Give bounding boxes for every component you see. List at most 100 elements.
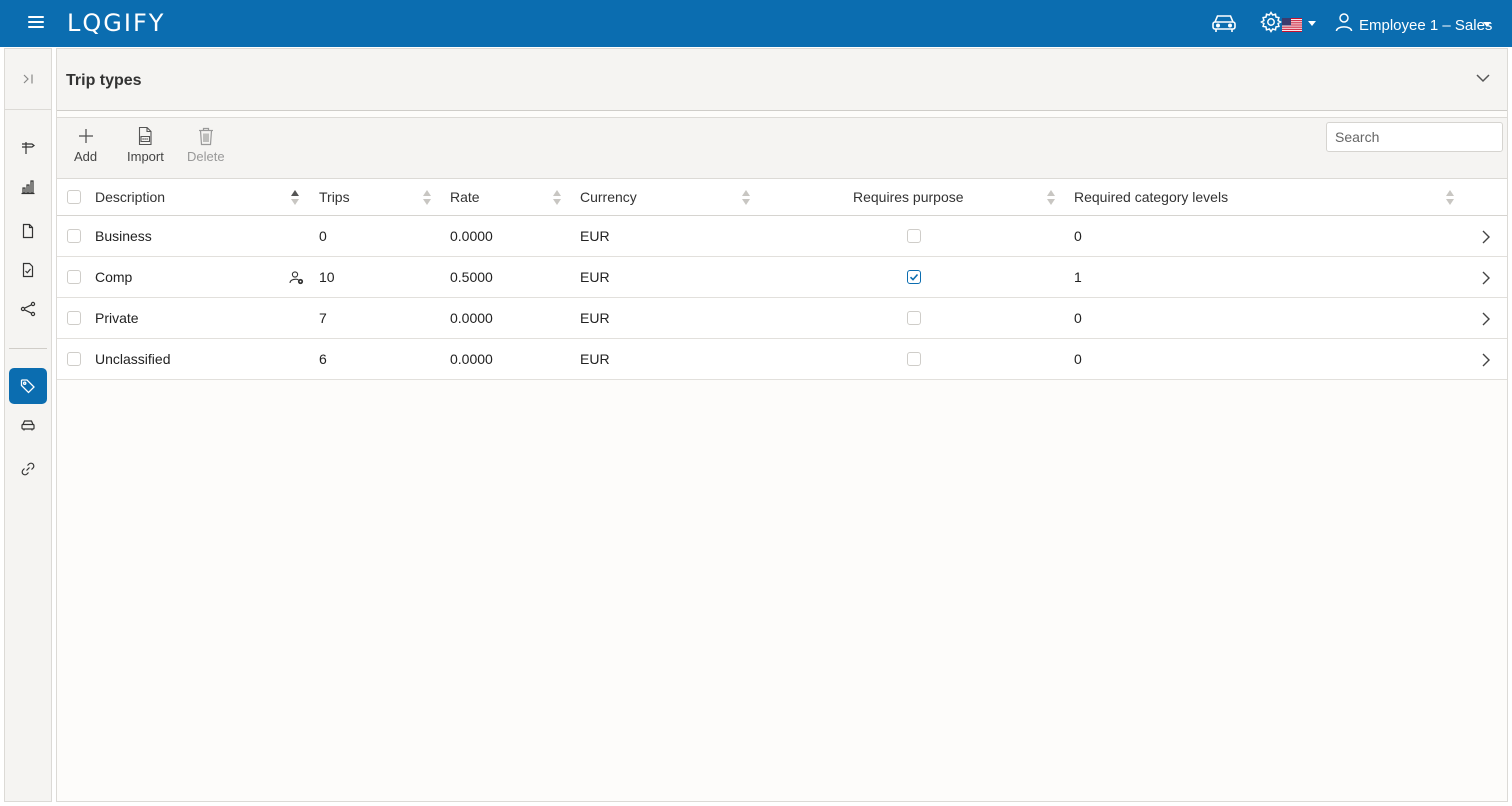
- table-row[interactable]: Business 0 0.0000 EUR 0: [57, 216, 1507, 257]
- page-title: Trip types: [66, 72, 142, 89]
- sort-required-category-levels-icon[interactable]: [1446, 190, 1454, 206]
- row-description: Unclassified: [95, 351, 171, 367]
- language-dropdown-caret[interactable]: [1308, 21, 1316, 26]
- chevron-right-icon[interactable]: [1481, 270, 1491, 286]
- left-sidebar: [4, 48, 52, 802]
- app-logo[interactable]: LQGIFY: [67, 9, 165, 37]
- column-header-description[interactable]: Description: [95, 179, 165, 215]
- document-check-icon: [22, 262, 34, 278]
- user-dropdown-caret[interactable]: [1483, 22, 1491, 27]
- row-description: Private: [95, 310, 139, 326]
- chevron-right-icon[interactable]: [1481, 352, 1491, 368]
- column-header-requires-purpose[interactable]: Requires purpose: [853, 179, 964, 215]
- sidebar-item-links[interactable]: [9, 451, 47, 487]
- us-flag-icon[interactable]: [1282, 18, 1302, 32]
- trash-icon: [198, 127, 213, 146]
- table-row[interactable]: Unclassified 6 0.0000 EUR 0: [57, 339, 1507, 380]
- sidebar-divider: [9, 348, 47, 349]
- row-select-cell: [66, 257, 82, 297]
- requires-purpose-checkbox: [907, 270, 921, 284]
- page-header: Trip types: [57, 49, 1507, 111]
- chevron-right-icon[interactable]: [1481, 311, 1491, 327]
- row-currency: EUR: [580, 228, 610, 244]
- row-required-category-levels: 0: [1074, 228, 1082, 244]
- row-checkbox[interactable]: [67, 311, 81, 325]
- bar-chart-icon: [21, 180, 35, 195]
- trip-types-table: Description Trips Rate Currency Requires…: [57, 179, 1507, 380]
- table-row[interactable]: Comp 10 0.5000 EUR 1: [57, 257, 1507, 298]
- gear-icon[interactable]: [1259, 10, 1283, 34]
- column-header-required-category-levels[interactable]: Required category levels: [1074, 179, 1228, 215]
- select-all-cell: [66, 179, 82, 215]
- delete-button[interactable]: Delete: [187, 126, 225, 164]
- sidebar-item-trips[interactable]: [9, 129, 47, 165]
- column-header-rate[interactable]: Rate: [450, 179, 480, 215]
- row-trips: 10: [319, 269, 335, 285]
- requires-purpose-checkbox: [907, 352, 921, 366]
- row-currency: EUR: [580, 351, 610, 367]
- sidebar-item-documents[interactable]: [9, 213, 47, 249]
- row-checkbox[interactable]: [67, 352, 81, 366]
- toolbar: Add Import Delete: [57, 117, 1507, 179]
- sidebar-item-vehicles[interactable]: [9, 407, 47, 443]
- sidebar-item-share[interactable]: [9, 291, 47, 327]
- row-requires-purpose-cell: [907, 216, 921, 256]
- sidebar-item-approvals[interactable]: [9, 252, 47, 288]
- signpost-icon: [22, 142, 35, 154]
- row-requires-purpose-cell: [907, 298, 921, 338]
- row-select-cell: [66, 339, 82, 379]
- sort-description-icon[interactable]: [291, 190, 299, 206]
- row-checkbox[interactable]: [67, 229, 81, 243]
- row-currency: EUR: [580, 310, 610, 326]
- expand-icon: [23, 74, 33, 84]
- row-required-category-levels: 1: [1074, 269, 1082, 285]
- plus-icon: [78, 129, 93, 143]
- csv-file-icon: [139, 126, 152, 146]
- row-required-category-levels: 0: [1074, 310, 1082, 326]
- row-rate: 0.0000: [450, 228, 493, 244]
- row-description: Comp: [95, 269, 133, 285]
- table-header-row: Description Trips Rate Currency Requires…: [57, 179, 1507, 216]
- share-icon: [20, 301, 36, 317]
- requires-purpose-checkbox: [907, 311, 921, 325]
- requires-purpose-checkbox: [907, 229, 921, 243]
- row-rate: 0.5000: [450, 269, 493, 285]
- select-all-checkbox[interactable]: [67, 190, 81, 204]
- row-trips: 6: [319, 351, 327, 367]
- hamburger-icon[interactable]: [26, 12, 46, 34]
- sidebar-item-reports[interactable]: [9, 169, 47, 205]
- main-panel: Trip types Add Import Delete Search Desc…: [56, 48, 1508, 802]
- check-icon: [909, 273, 919, 281]
- add-button[interactable]: Add: [74, 126, 97, 164]
- car-icon[interactable]: [1210, 11, 1238, 35]
- column-header-trips[interactable]: Trips: [319, 179, 350, 215]
- import-button[interactable]: Import: [127, 126, 164, 164]
- row-requires-purpose-cell: [907, 257, 921, 297]
- sort-rate-icon[interactable]: [553, 190, 561, 206]
- row-trips: 7: [319, 310, 327, 326]
- sort-trips-icon[interactable]: [423, 190, 431, 206]
- column-header-currency[interactable]: Currency: [580, 179, 637, 215]
- row-rate: 0.0000: [450, 351, 493, 367]
- user-icon[interactable]: [1335, 12, 1353, 32]
- row-select-cell: [66, 298, 82, 338]
- delete-label: Delete: [187, 149, 225, 164]
- sidebar-item-trip-types[interactable]: [9, 368, 47, 404]
- row-required-category-levels: 0: [1074, 351, 1082, 367]
- sort-currency-icon[interactable]: [742, 190, 750, 206]
- car-icon: [21, 420, 35, 431]
- search-input[interactable]: [1326, 122, 1503, 152]
- row-checkbox[interactable]: [67, 270, 81, 284]
- tag-icon: [20, 379, 35, 394]
- row-trips: 0: [319, 228, 327, 244]
- user-menu[interactable]: Employee 1 – Sales: [1359, 17, 1492, 34]
- sort-requires-purpose-icon[interactable]: [1047, 190, 1055, 206]
- table-row[interactable]: Private 7 0.0000 EUR 0: [57, 298, 1507, 339]
- chevron-down-icon[interactable]: [1475, 71, 1491, 85]
- document-icon: [22, 223, 34, 239]
- expand-sidebar-button[interactable]: [5, 49, 51, 110]
- add-label: Add: [74, 149, 98, 164]
- chevron-right-icon[interactable]: [1481, 229, 1491, 245]
- row-currency: EUR: [580, 269, 610, 285]
- import-label: Import: [127, 149, 164, 164]
